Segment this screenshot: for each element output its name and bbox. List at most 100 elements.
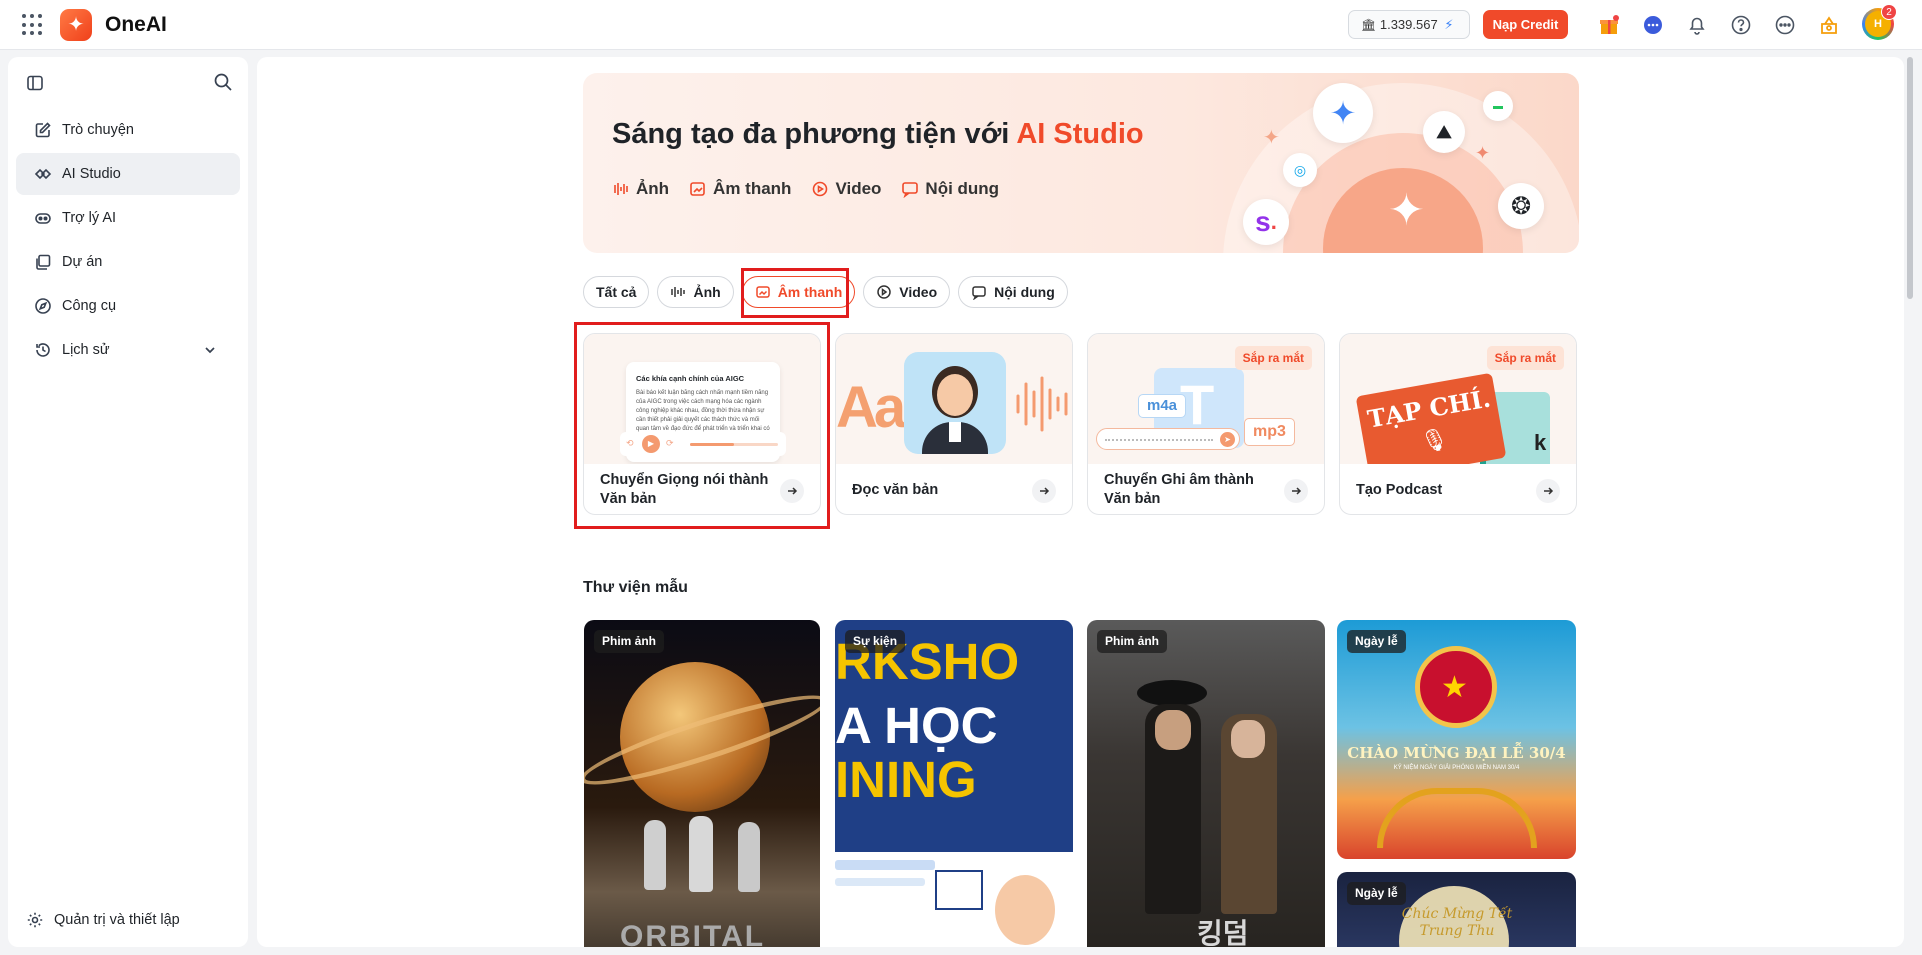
edit-icon	[35, 122, 51, 138]
arrow-right-icon[interactable]	[1536, 479, 1560, 503]
hero-tab-video[interactable]: Video	[811, 179, 881, 199]
sidebar-item-history[interactable]: Lịch sử	[16, 329, 240, 371]
app-name: OneAI	[105, 13, 167, 36]
template-card-mid-autumn[interactable]: Chúc Mừng Tết Trung Thu Ngày lễ	[1337, 872, 1576, 947]
card-label: Chuyển Ghi âm thành Văn bản	[1104, 472, 1254, 507]
m4a-chip: m4a	[1138, 394, 1187, 418]
hero-tab-label: Âm thanh	[713, 179, 792, 198]
filter-label: Ảnh	[693, 284, 721, 300]
content-icon	[972, 286, 986, 300]
template-caption: Chúc Mừng Tết Trung Thu	[1401, 906, 1513, 939]
more-icon[interactable]	[1772, 12, 1798, 38]
template-caption: ORBITAL	[620, 920, 766, 947]
content-icon	[902, 182, 919, 198]
apps-grid-icon[interactable]	[22, 14, 44, 36]
card-label: Tạo Podcast	[1356, 481, 1443, 498]
template-library-title: Thư viện mẫu	[583, 579, 688, 596]
mp3-chip: mp3	[1244, 418, 1295, 446]
studio-icon	[34, 168, 52, 180]
presenter-graphic	[995, 875, 1055, 945]
tool-card-text-to-speech[interactable]: Aa Đọc văn bản	[835, 333, 1073, 515]
gift-icon[interactable]	[1596, 12, 1622, 38]
magazine-title: TẠP CHÍ.	[1365, 383, 1493, 434]
credit-balance[interactable]: 🏛 1.339.567 ⚡	[1348, 10, 1470, 39]
top-up-credit-button[interactable]: Nạp Credit	[1483, 10, 1568, 39]
user-avatar[interactable]: H 2	[1862, 4, 1897, 40]
compass-icon	[35, 298, 51, 314]
sparkle-small-icon: ✦	[1475, 143, 1491, 163]
hero-tab-content[interactable]: Nội dung	[901, 179, 999, 199]
hero-tabs: Ảnh Âm thanh Video Nội dung	[612, 179, 999, 199]
template-caption: 킹덤	[1197, 918, 1249, 947]
filter-content[interactable]: Nội dung	[958, 276, 1068, 308]
template-card-april-30[interactable]: ★ CHÀO MỪNG ĐẠI LỄ 30/4 KỶ NIỆM NGÀY GIẢ…	[1337, 620, 1576, 859]
hat-graphic	[1137, 680, 1207, 706]
sidebar-item-label: AI Studio	[62, 166, 121, 182]
scrollbar[interactable]	[1904, 57, 1916, 947]
template-subcaption: KỶ NIỆM NGÀY GIẢI PHÓNG MIỀN NAM 30/4	[1393, 765, 1520, 771]
workshop-line: A HỌC	[835, 697, 998, 754]
face-graphic	[1231, 720, 1265, 758]
send-icon: ➤	[1220, 432, 1235, 447]
highlight-frame-speech-card	[574, 322, 830, 529]
letters-graphic: Aa	[836, 375, 906, 440]
star-icon: ★	[1441, 671, 1468, 704]
filter-label: Video	[899, 284, 938, 300]
sidebar-item-ai-assistant[interactable]: Trợ lý AI	[16, 197, 240, 239]
sidebar-item-projects[interactable]: Dự án	[16, 241, 240, 283]
template-tag: Ngày lễ	[1347, 630, 1406, 653]
credit-value: 1.339.567	[1379, 17, 1438, 32]
speaker-avatar	[904, 352, 1006, 454]
scrollbar-thumb[interactable]	[1907, 57, 1913, 299]
messenger-icon[interactable]	[1640, 12, 1666, 38]
tool-card-recording-to-text[interactable]: T m4a ➤ mp3 Sắp ra mắt Chuyển Ghi âm thà…	[1087, 333, 1325, 515]
template-card-kingdom[interactable]: 킹덤 Phim ảnh	[1087, 620, 1325, 947]
template-tag: Phim ảnh	[594, 630, 665, 653]
template-card-workshop[interactable]: RKSHO A HỌC INING Sự kiện	[835, 620, 1073, 947]
sidebar-item-tools[interactable]: Công cụ	[16, 285, 240, 327]
bridge-graphic	[1377, 788, 1537, 848]
card-preview: Aa	[836, 334, 1072, 464]
astronaut-graphic	[644, 820, 666, 890]
highlight-frame-audio-filter	[741, 268, 849, 318]
tool-card-podcast[interactable]: k TẠP CHÍ. 🎙 Sắp ra mắt Tạo Podcast	[1339, 333, 1577, 515]
arrow-right-icon[interactable]	[1032, 479, 1056, 503]
hero-tab-audio[interactable]: Âm thanh	[689, 179, 791, 199]
image-wave-icon	[671, 287, 686, 297]
filter-all[interactable]: Tất cả	[583, 276, 650, 308]
audio-image-icon	[690, 182, 705, 196]
lightning-icon: ⚡	[1444, 17, 1454, 32]
sidebar-toggle-icon[interactable]	[26, 74, 44, 97]
top-bar: ✦ OneAI 🏛 1.339.567 ⚡ Nạp Credit H 2	[0, 0, 1922, 50]
folder-icon	[36, 254, 51, 270]
sidebar-item-chat[interactable]: Trò chuyện	[16, 109, 240, 151]
video-icon	[813, 181, 828, 197]
admin-settings-link[interactable]: Quản trị và thiết lập	[26, 911, 180, 929]
chevron-down-icon[interactable]	[202, 342, 218, 358]
sidebar-item-label: Công cụ	[62, 298, 117, 314]
help-icon[interactable]	[1728, 12, 1754, 38]
soundwave-icon	[1016, 376, 1068, 432]
openai-logo-icon: ❂	[1498, 183, 1544, 229]
oneai-logo[interactable]: ✦	[60, 9, 92, 41]
hero-tab-label: Nội dung	[925, 179, 1000, 198]
filter-video[interactable]: Video	[863, 276, 951, 308]
card-label: Đọc văn bản	[852, 481, 939, 498]
filter-image[interactable]: Ảnh	[657, 276, 734, 308]
reward-icon[interactable]	[1816, 12, 1842, 38]
template-card-orbital[interactable]: ORBITAL Phim ảnh	[584, 620, 820, 947]
stripe-logo-icon: ▬	[1483, 91, 1513, 121]
arrow-right-icon[interactable]	[1284, 479, 1308, 503]
sparkle-icon: ✦	[1388, 186, 1425, 235]
search-icon[interactable]	[213, 72, 233, 97]
chart-graphic	[935, 870, 983, 910]
gear-icon	[27, 912, 43, 928]
bell-icon[interactable]	[1684, 12, 1710, 38]
sidebar-item-label: Dự án	[62, 254, 103, 270]
sidebar-item-label: Trợ lý AI	[62, 210, 117, 226]
sidebar-item-ai-studio[interactable]: AI Studio	[16, 153, 240, 195]
hero-tab-image[interactable]: Ảnh	[612, 179, 669, 199]
coming-soon-badge: Sắp ra mắt	[1486, 346, 1564, 370]
chart-graphic	[835, 878, 925, 886]
bot-icon	[35, 213, 51, 224]
